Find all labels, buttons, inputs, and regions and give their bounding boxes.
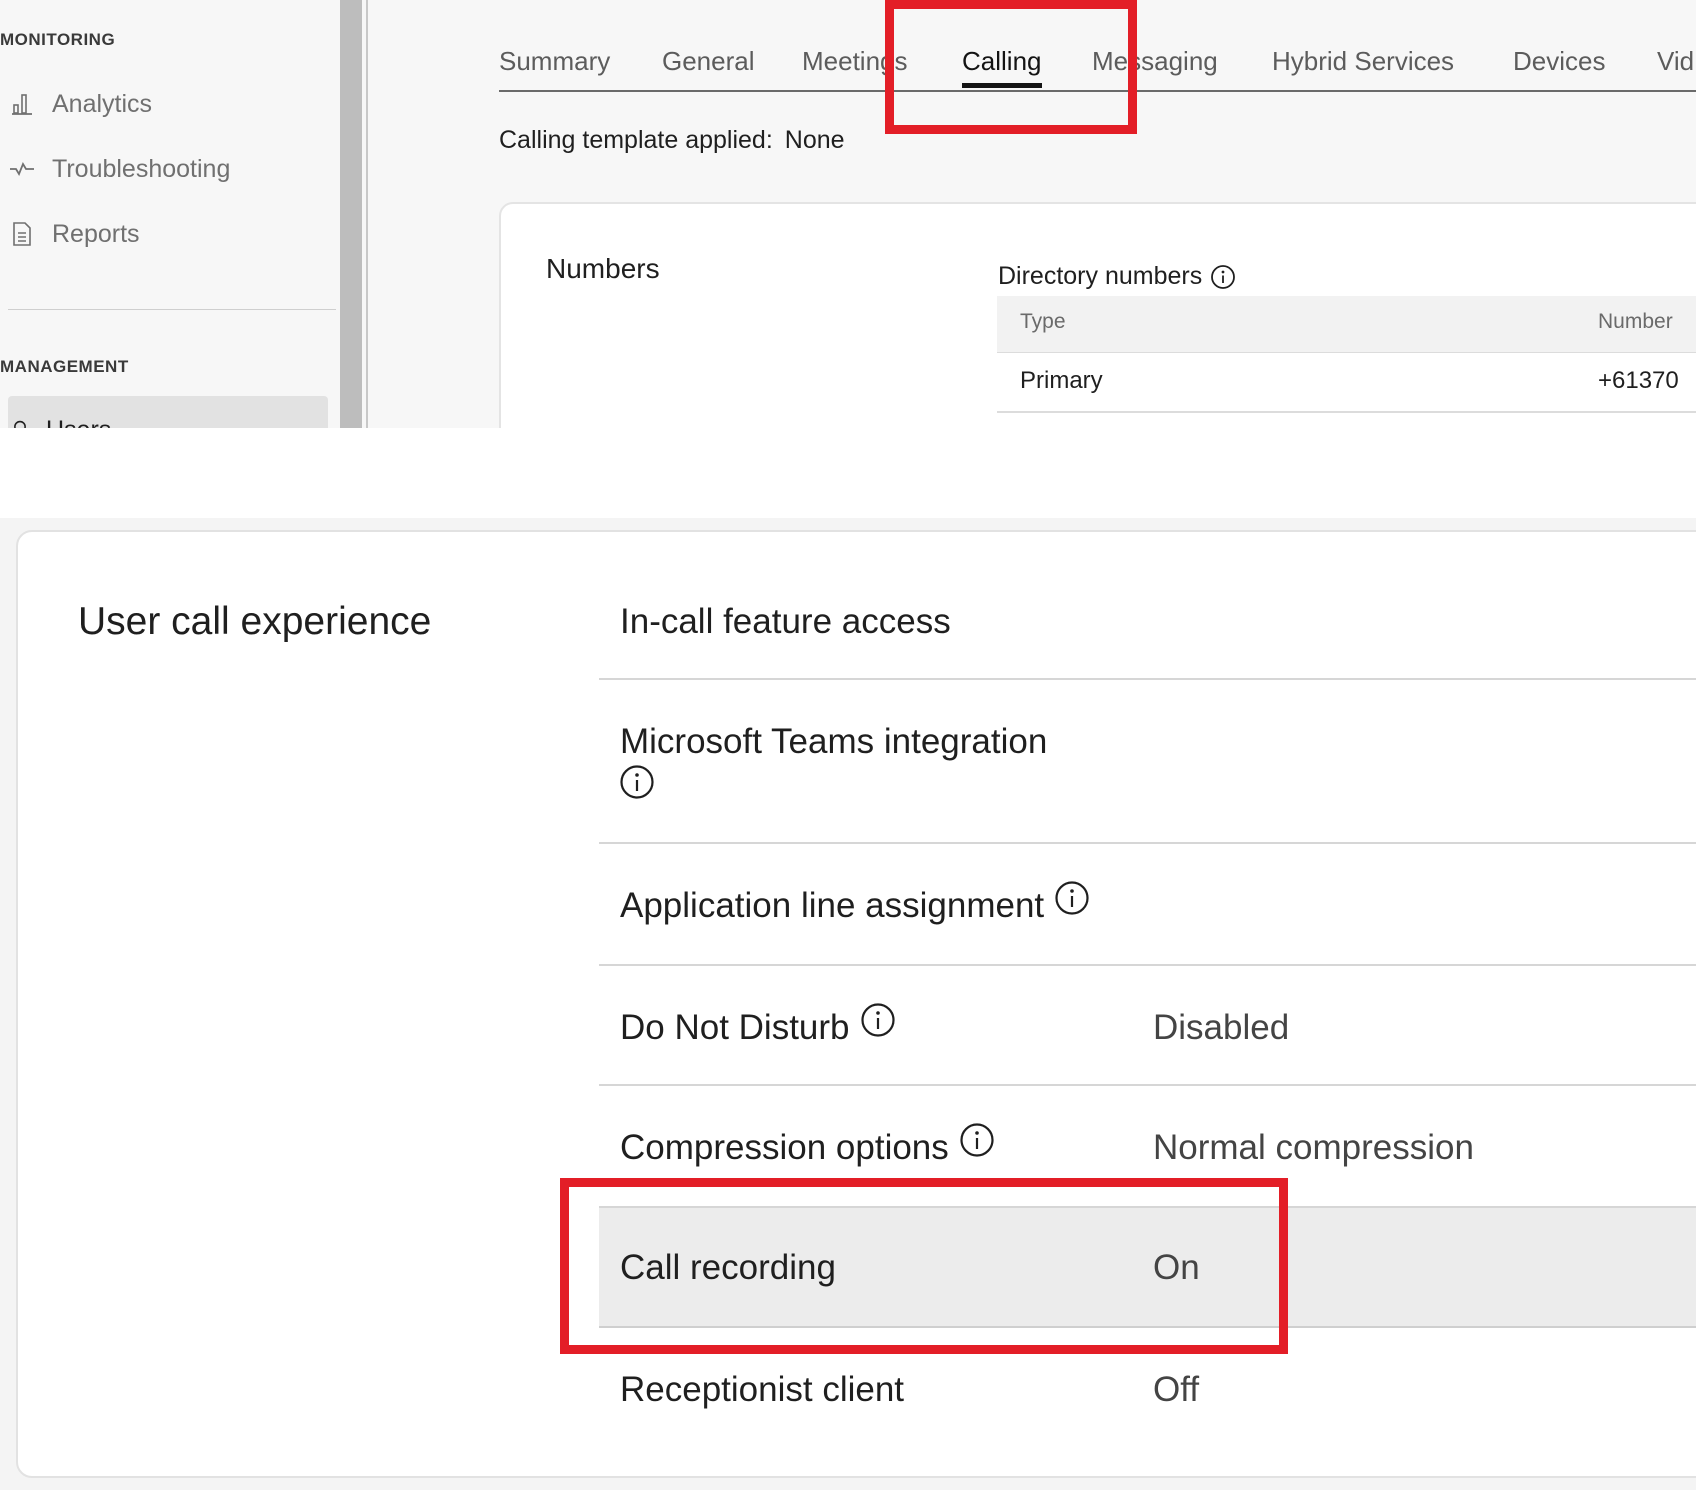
tab-devices[interactable]: Devices [1513,46,1605,83]
user-icon [14,421,26,428]
tab-meetings[interactable]: Meetings [802,46,908,83]
directory-numbers-label: Directory numbers [998,262,1236,291]
sidebar: MONITORING Analytics Troubleshooting Rep… [0,0,336,428]
sidebar-item-label: Troubleshooting [52,154,231,183]
directory-table-header: Type Number [997,296,1696,353]
pulse-icon [10,161,34,177]
panel-divider [366,0,368,428]
info-icon[interactable] [959,1122,995,1158]
setting-label: Compression options [620,1123,995,1168]
cell-type: Primary [1020,367,1103,394]
setting-value: On [1153,1248,1200,1287]
calling-template-value: None [784,126,845,154]
bar-chart-icon [12,94,32,115]
sidebar-item-troubleshooting[interactable]: Troubleshooting [8,151,230,187]
management-heading: MANAGEMENT [0,357,129,376]
sidebar-item-label: Reports [52,219,140,248]
sidebar-item-label: Users [8,416,111,428]
user-details-top-crop: MONITORING Analytics Troubleshooting Rep… [0,0,1696,428]
setting-row-compression-options[interactable]: Compression options Normal compression [599,1086,1696,1208]
sidebar-divider [8,309,336,310]
tab-bar: Summary General Meetings Calling Messagi… [499,0,1696,92]
info-icon[interactable] [1054,880,1090,916]
sidebar-item-users[interactable]: Users [8,396,328,428]
setting-label: Receptionist client [620,1370,905,1409]
sidebar-item-reports[interactable]: Reports [8,216,140,252]
table-row[interactable]: Primary +61370 [997,353,1696,413]
column-header-type: Type [1020,310,1066,333]
monitoring-heading: MONITORING [0,30,116,49]
info-icon[interactable] [1210,264,1236,290]
setting-label: In-call feature access [620,602,951,641]
tab-summary[interactable]: Summary [499,46,610,83]
setting-value: Disabled [1153,1008,1290,1047]
setting-row-application-line-assignment[interactable]: Application line assignment [599,844,1696,966]
setting-value: Normal compression [1153,1128,1474,1167]
setting-label: Call recording [620,1248,836,1287]
calling-template-label: Calling template applied: [499,126,773,154]
tab-calling[interactable]: Calling [962,46,1042,88]
setting-label: Do Not Disturb [620,1003,896,1048]
user-call-experience-title: User call experience [78,600,432,643]
setting-row-receptionist-client[interactable]: Receptionist client Off [599,1328,1696,1438]
document-icon [13,222,31,246]
sidebar-item-analytics[interactable]: Analytics [8,86,152,122]
sidebar-scrollbar[interactable] [340,0,362,428]
tab-messaging[interactable]: Messaging [1092,46,1218,83]
setting-value: Off [1153,1370,1200,1409]
info-icon[interactable] [619,764,655,800]
setting-label: Application line assignment [620,881,1090,926]
setting-row-do-not-disturb[interactable]: Do Not Disturb Disabled [599,966,1696,1086]
cell-number: +61370 [1598,367,1679,394]
sidebar-item-label: Analytics [52,89,153,118]
setting-row-in-call-feature-access[interactable]: In-call feature access [599,582,1696,680]
tab-hybrid-services[interactable]: Hybrid Services [1272,46,1454,83]
calling-template-applied: Calling template applied: None [499,126,845,155]
numbers-section-title: Numbers [546,253,660,284]
tab-general[interactable]: General [662,46,755,83]
setting-row-call-recording[interactable]: Call recording On [599,1208,1696,1328]
setting-label: Microsoft Teams integration [620,722,1048,761]
tab-vid[interactable]: Vid [1657,46,1694,83]
setting-row-microsoft-teams-integration[interactable]: Microsoft Teams integration [599,680,1696,844]
info-icon[interactable] [860,1002,896,1038]
column-header-number: Number [1598,310,1673,333]
